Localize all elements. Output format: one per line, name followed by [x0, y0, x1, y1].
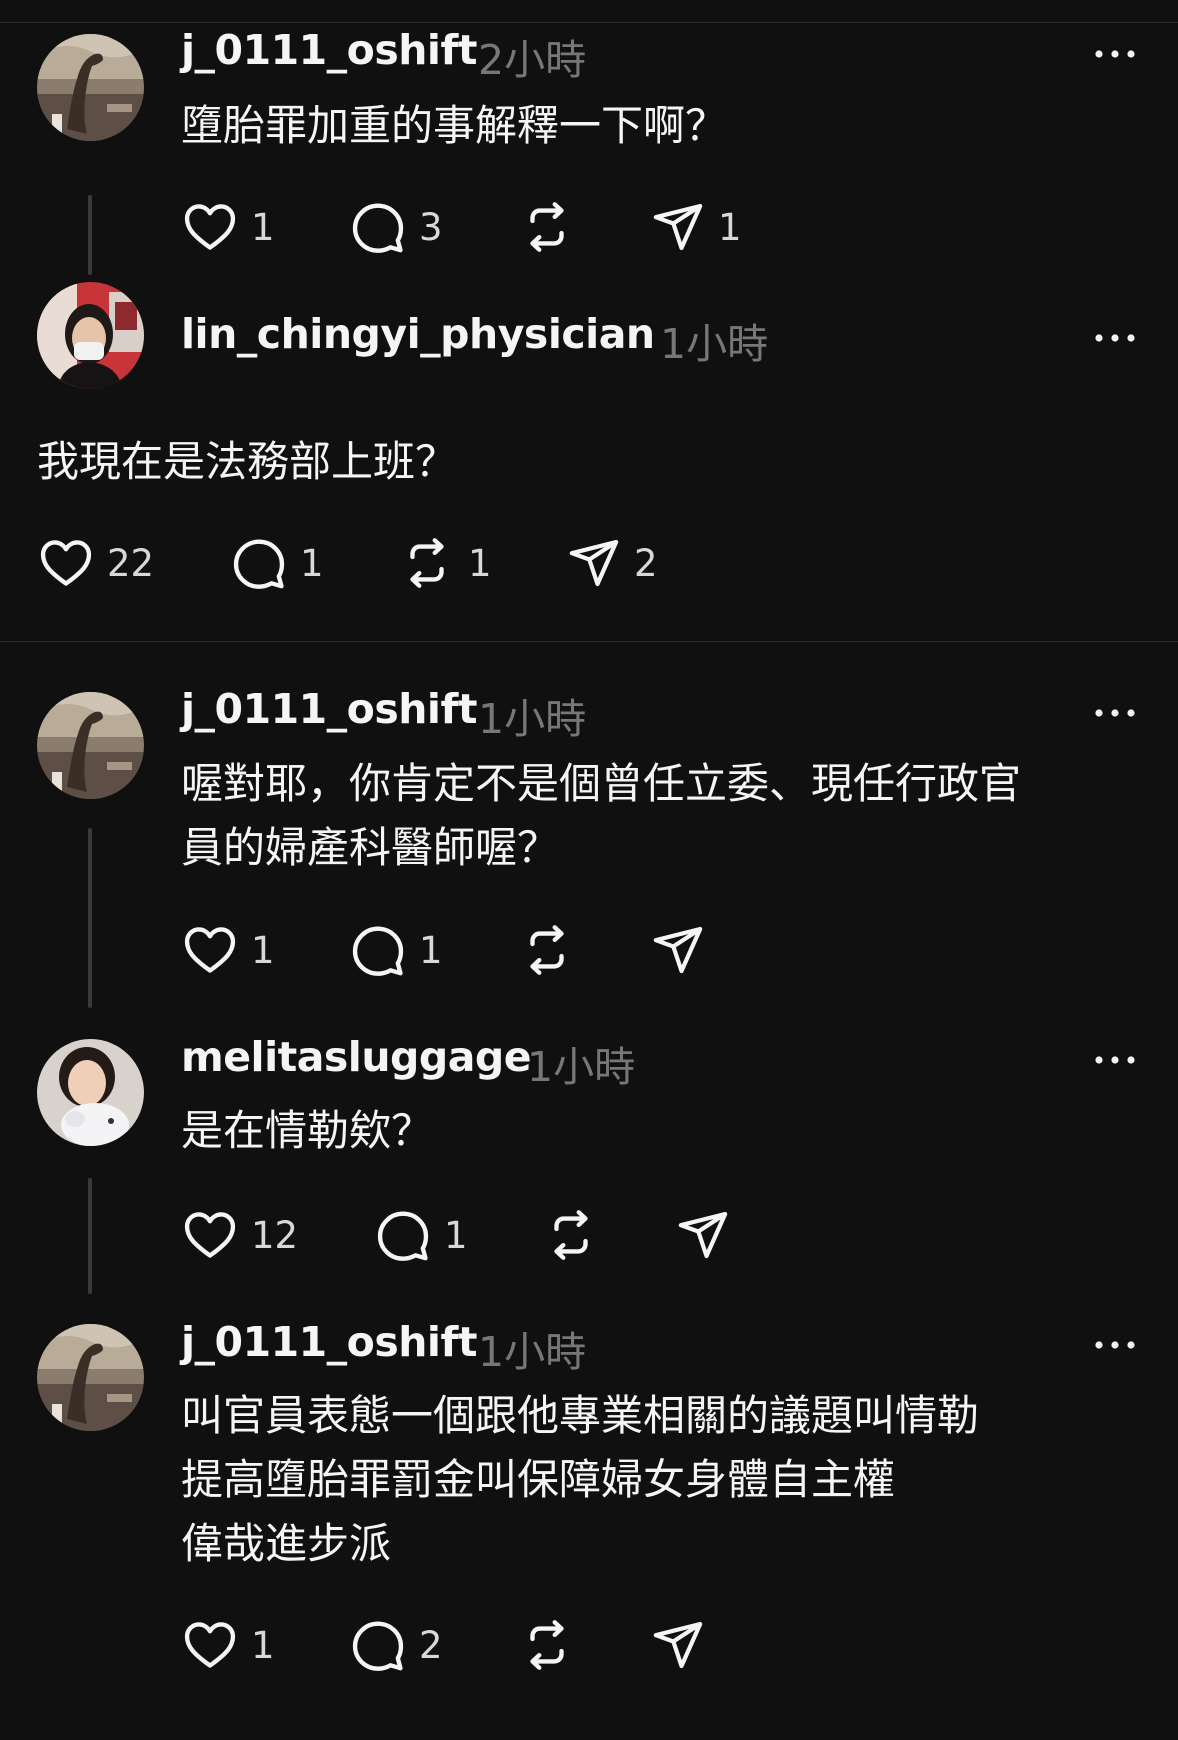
- comment-button[interactable]: 2: [349, 1615, 443, 1675]
- repost-icon: [542, 1206, 600, 1264]
- repost-icon: [518, 921, 576, 979]
- share-button[interactable]: 1: [650, 197, 742, 257]
- timestamp: 2小時: [478, 36, 587, 84]
- comment-button[interactable]: 1: [374, 1205, 468, 1265]
- like-count: 1: [251, 1623, 275, 1667]
- post-text: 墮胎罪加重的事解釋一下啊？: [181, 101, 728, 150]
- avatar[interactable]: [37, 692, 144, 799]
- timestamp: 1小時: [478, 695, 587, 743]
- post-text: 叫官員表態一個跟他專業相關的議題叫情勒 提高墮胎罪罰金叫保障婦女身體自主權 偉哉…: [181, 1391, 980, 1568]
- timestamp: 1小時: [527, 1043, 636, 1091]
- heart-icon: [37, 534, 95, 592]
- comment-count: 1: [300, 541, 324, 585]
- username[interactable]: lin_chingyi_physician: [181, 310, 655, 358]
- heart-icon: [181, 198, 239, 256]
- repost-icon: [398, 534, 456, 592]
- comment-count: 2: [419, 1623, 443, 1667]
- username[interactable]: j_0111_oshift: [181, 1318, 477, 1366]
- thread-line: [88, 828, 92, 1008]
- post-text: 我現在是法務部上班？: [37, 437, 458, 486]
- masked-woman-avatar-icon: [37, 282, 144, 389]
- dinosaur-avatar-icon: [37, 34, 144, 141]
- timestamp: 1小時: [660, 320, 769, 368]
- comment-count: 3: [419, 205, 443, 249]
- top-divider: [0, 22, 1178, 23]
- like-count: 1: [251, 928, 275, 972]
- repost-button[interactable]: [518, 197, 588, 257]
- comment-icon: [349, 1616, 407, 1674]
- woman-with-plush-avatar-icon: [37, 1039, 144, 1146]
- dinosaur-avatar-icon: [37, 1324, 144, 1431]
- more-options-icon[interactable]: [1093, 1339, 1137, 1351]
- like-button[interactable]: 1: [181, 197, 275, 257]
- repost-icon: [518, 1616, 576, 1674]
- share-count: 2: [634, 541, 658, 585]
- repost-button[interactable]: [518, 1615, 588, 1675]
- avatar[interactable]: [37, 1324, 144, 1431]
- more-options-icon[interactable]: [1093, 707, 1137, 719]
- like-count: 22: [107, 541, 155, 585]
- share-icon: [650, 922, 706, 978]
- comment-icon: [349, 921, 407, 979]
- more-options-icon[interactable]: [1093, 1054, 1137, 1066]
- repost-icon: [518, 198, 576, 256]
- post-text: 喔對耶，你肯定不是個曾任立委、現任行政官 員的婦產科醫師喔？: [181, 759, 1022, 872]
- repost-button[interactable]: 1: [398, 533, 492, 593]
- like-button[interactable]: 1: [181, 1615, 275, 1675]
- repost-button[interactable]: [542, 1205, 612, 1265]
- heart-icon: [181, 1206, 239, 1264]
- more-options-icon[interactable]: [1093, 48, 1137, 60]
- username[interactable]: melitasluggage: [181, 1033, 532, 1081]
- thread-divider: [0, 641, 1178, 642]
- share-icon: [650, 1617, 706, 1673]
- heart-icon: [181, 921, 239, 979]
- share-button[interactable]: 2: [566, 533, 658, 593]
- like-button[interactable]: 22: [37, 533, 154, 593]
- like-count: 12: [251, 1213, 299, 1257]
- like-count: 1: [251, 205, 275, 249]
- share-button[interactable]: [675, 1205, 743, 1265]
- avatar[interactable]: [37, 1039, 144, 1146]
- comment-icon: [230, 534, 288, 592]
- share-icon: [650, 199, 706, 255]
- comment-icon: [374, 1206, 432, 1264]
- heart-icon: [181, 1616, 239, 1674]
- share-button[interactable]: [650, 920, 718, 980]
- share-icon: [675, 1207, 731, 1263]
- thread-line: [88, 1178, 92, 1294]
- share-count: 1: [718, 205, 742, 249]
- more-options-icon[interactable]: [1093, 332, 1137, 344]
- share-icon: [566, 535, 622, 591]
- repost-count: 1: [468, 541, 492, 585]
- timestamp: 1小時: [478, 1328, 587, 1376]
- comment-icon: [349, 198, 407, 256]
- avatar[interactable]: [37, 282, 144, 389]
- thread-line: [88, 195, 92, 275]
- like-button[interactable]: 1: [181, 920, 275, 980]
- like-button[interactable]: 12: [181, 1205, 298, 1265]
- username[interactable]: j_0111_oshift: [181, 26, 477, 74]
- comment-count: 1: [419, 928, 443, 972]
- comment-button[interactable]: 1: [349, 920, 443, 980]
- comment-button[interactable]: 3: [349, 197, 443, 257]
- share-button[interactable]: [650, 1615, 718, 1675]
- comment-count: 1: [444, 1213, 468, 1257]
- comment-button[interactable]: 1: [230, 533, 324, 593]
- post-text: 是在情勒欸？: [181, 1106, 434, 1155]
- dinosaur-avatar-icon: [37, 692, 144, 799]
- repost-button[interactable]: [518, 920, 588, 980]
- username[interactable]: j_0111_oshift: [181, 685, 477, 733]
- avatar[interactable]: [37, 34, 144, 141]
